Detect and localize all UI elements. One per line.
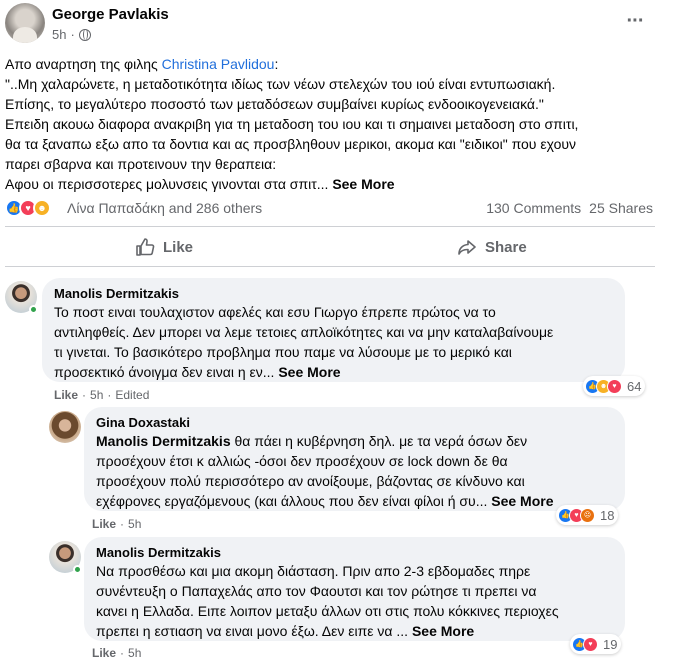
reaction-icons[interactable]: 👍 ♥ ☻	[5, 199, 51, 217]
comment-footer: Like · 5h · Edited	[54, 388, 150, 402]
share-button[interactable]: Share	[457, 229, 527, 265]
commenter-name[interactable]: Gina Doxastaki	[96, 415, 613, 431]
comment-text: Να προσθέσω και μια ακομη διάσταση. Πριν…	[96, 563, 559, 639]
author-avatar[interactable]	[5, 3, 45, 43]
like-button[interactable]: Like	[135, 229, 193, 265]
commenter-name[interactable]: Manolis Dermitzakis	[54, 286, 613, 302]
comments-count[interactable]: 130 Comments	[486, 200, 581, 216]
see-more-link[interactable]: See More	[278, 364, 340, 380]
online-status-dot	[29, 305, 38, 314]
comment-like-button[interactable]: Like	[54, 388, 78, 402]
divider	[5, 266, 655, 267]
mention-link[interactable]: Manolis Dermitzakis	[96, 433, 231, 449]
comment-time[interactable]: 5h	[128, 646, 141, 660]
comment-reactions[interactable]: 👍 ☻ ♥ 64	[583, 376, 646, 396]
commenter-name[interactable]: Manolis Dermitzakis	[96, 545, 613, 561]
post-actions: Like Share	[5, 229, 655, 265]
love-reaction-icon: ♥	[607, 378, 622, 394]
share-arrow-icon	[458, 240, 476, 255]
love-reaction-icon: ♥	[583, 636, 598, 652]
author-name[interactable]: George Pavlakis	[52, 6, 169, 23]
comment-text: Το ποστ ειναι τουλαχιστον αφελές και εσυ…	[54, 304, 554, 380]
angry-reaction-icon: ☹	[580, 507, 595, 523]
commenter-avatar[interactable]	[49, 411, 81, 443]
comment-time[interactable]: 5h	[128, 517, 141, 531]
reactions-summary: 👍 ♥ ☻ Λίνα Παπαδάκη and 286 others 130 C…	[5, 196, 655, 220]
thumbs-up-icon	[136, 238, 155, 256]
post-header: George Pavlakis 5h · ···	[0, 0, 673, 50]
globe-icon	[78, 28, 91, 41]
shares-count[interactable]: 25 Shares	[589, 200, 653, 216]
comment-time[interactable]: 5h	[90, 388, 103, 402]
comment-bubble: Manolis Dermitzakis Να προσθέσω και μια …	[84, 537, 625, 641]
post-meta: 5h ·	[52, 27, 91, 42]
edited-label: Edited	[115, 388, 150, 402]
reactors-text[interactable]: Λίνα Παπαδάκη and 286 others	[67, 200, 262, 216]
reply-comment: Gina Doxastaki Manolis Dermitzakis θα πά…	[0, 407, 673, 531]
see-more-link[interactable]: See More	[332, 176, 394, 192]
comment-footer: Like · 5h	[92, 646, 142, 660]
comment-like-button[interactable]: Like	[92, 646, 116, 660]
comment-reactions[interactable]: 👍 ♥ 19	[570, 634, 622, 654]
comment-bubble: Gina Doxastaki Manolis Dermitzakis θα πά…	[84, 407, 625, 511]
more-options-button[interactable]: ···	[623, 11, 647, 36]
mention-link[interactable]: Christina Pavlidou	[162, 56, 275, 72]
post-time[interactable]: 5h	[52, 27, 66, 42]
comment-like-button[interactable]: Like	[92, 517, 116, 531]
comment-text: Manolis Dermitzakis θα πάει η κυβέρνηση …	[96, 433, 554, 509]
engagement-counts: 130 Comments 25 Shares	[486, 200, 653, 216]
see-more-link[interactable]: See More	[412, 623, 474, 639]
post-text: Απο αναρτηση της φιλης Christina Pavlido…	[5, 56, 579, 192]
online-status-dot	[73, 565, 82, 574]
comment-footer: Like · 5h	[92, 517, 142, 531]
comment-bubble: Manolis Dermitzakis Το ποστ ειναι τουλαχ…	[42, 278, 625, 382]
reply-comment: Manolis Dermitzakis Να προσθέσω και μια …	[0, 537, 673, 661]
see-more-link[interactable]: See More	[491, 493, 553, 509]
haha-reaction-icon: ☻	[33, 199, 51, 217]
comment-reactions[interactable]: 👍 ♥ ☹ 18	[556, 505, 619, 525]
comment: Manolis Dermitzakis Το ποστ ειναι τουλαχ…	[0, 278, 673, 408]
divider	[5, 226, 655, 227]
